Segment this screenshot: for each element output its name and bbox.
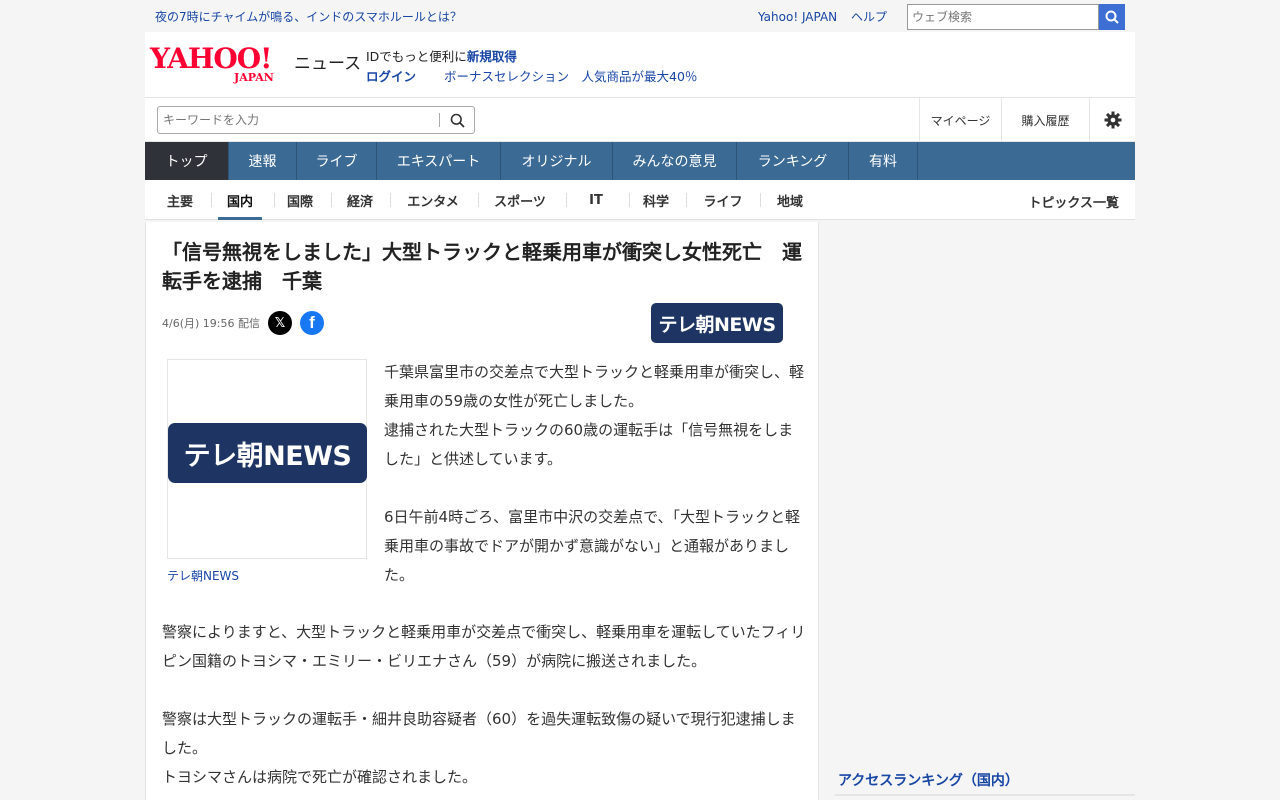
facebook-icon: f [309, 313, 315, 332]
article-body-top: 千葉県富里市の交差点で大型トラックと軽乗用車が衝突し、軽乗用車の59歳の女性が死… [384, 358, 806, 619]
nav-expert[interactable]: エキスパート [377, 142, 501, 180]
divider [478, 193, 479, 207]
paragraph: 千葉県富里市の交差点で大型トラックと軽乗用車が衝突し、軽乗用車の59歳の女性が死… [384, 363, 805, 410]
yahoo-japan-link[interactable]: Yahoo! JAPAN [758, 10, 837, 24]
provider-logo[interactable]: テレ朝NEWS [651, 303, 783, 343]
paragraph: 警察は大型トラックの運転手・細井良助容疑者（60）を過失運転致傷の疑いで現行犯逮… [162, 710, 796, 757]
logo-wordmark: YAHOO! [150, 42, 272, 75]
web-search-button[interactable] [1099, 4, 1125, 30]
paragraph: 警察によりますと、大型トラックと軽乗用車が交差点で衝突し、軽乗用車を運転していた… [162, 623, 806, 670]
article-headline: 「信号無視をしました」大型トラックと軽乗用車が衝突し女性死亡 運転手を逮捕 千葉 [162, 240, 802, 293]
settings-button[interactable] [1089, 98, 1135, 142]
web-search [907, 4, 1125, 30]
divider [760, 193, 761, 207]
paragraph: トヨシマさんは病院で死亡が確認されました。 [162, 768, 478, 786]
x-icon: 𝕏 [274, 315, 286, 331]
gear-icon [1104, 111, 1121, 129]
subnav-region[interactable]: 地域 [771, 180, 809, 220]
help-link[interactable]: ヘルプ [851, 10, 887, 24]
divider [390, 193, 391, 207]
keyword-search [157, 106, 475, 134]
nav-breaking[interactable]: 速報 [229, 142, 297, 180]
search-bar: マイページ 購入履歴 [145, 98, 1135, 142]
topics-list-link[interactable]: トピックス一覧 [1028, 192, 1119, 211]
article: 「信号無視をしました」大型トラックと軽乗用車が衝突し女性死亡 運転手を逮捕 千葉… [145, 222, 819, 800]
utility-links: マイページ 購入履歴 [919, 98, 1135, 142]
search-icon [1105, 10, 1119, 24]
promo-text: IDでもっと便利に [366, 49, 467, 64]
main-nav: トップ 速報 ライブ エキスパート オリジナル みんなの意見 ランキング 有料 [145, 142, 1135, 180]
logo-japan: JAPAN [234, 71, 274, 84]
subnav-domestic[interactable]: 国内 [218, 180, 262, 220]
subnav-international[interactable]: 国際 [281, 180, 319, 220]
subnav-it[interactable]: IT [575, 180, 617, 220]
subnav-life[interactable]: ライフ [699, 180, 747, 220]
nav-opinions[interactable]: みんなの意見 [613, 142, 737, 180]
masthead: YAHOO! JAPAN ニュース IDでもっと便利に新規取得 ログイン ボーナス… [145, 32, 1135, 98]
divider [211, 193, 212, 207]
promo: IDでもっと便利に新規取得 ログイン ボーナスセレクション 人気商品が最大40％ [366, 47, 697, 87]
mypage-link[interactable]: マイページ [919, 98, 1001, 142]
subnav-science[interactable]: 科学 [637, 180, 675, 220]
nav-ranking[interactable]: ランキング [737, 142, 849, 180]
nav-live[interactable]: ライブ [297, 142, 377, 180]
divider [331, 193, 332, 207]
ranking-title[interactable]: アクセスランキング（国内） [838, 770, 1019, 790]
purchase-history-link[interactable]: 購入履歴 [1001, 98, 1089, 142]
subnav-entertainment[interactable]: エンタメ [401, 180, 465, 220]
web-search-input[interactable] [907, 4, 1099, 30]
top-links: Yahoo! JAPAN ヘルプ [758, 8, 897, 25]
search-icon [450, 113, 465, 128]
image-caption[interactable]: テレ朝NEWS [167, 567, 239, 584]
nav-original[interactable]: オリジナル [501, 142, 613, 180]
divider [686, 193, 687, 207]
article-image[interactable]: テレ朝NEWS [167, 359, 367, 559]
image-badge: テレ朝NEWS [168, 423, 367, 483]
divider [629, 193, 630, 207]
keyword-input[interactable] [158, 108, 440, 132]
facebook-share-button[interactable]: f [300, 311, 324, 335]
signup-link[interactable]: 新規取得 [467, 49, 517, 64]
sub-nav: 主要 国内 国際 経済 エンタメ スポーツ IT 科学 ライフ 地域 トピックス… [145, 180, 1135, 220]
divider [835, 794, 1135, 796]
bonus-link[interactable]: ボーナスセレクション 人気商品が最大40％ [444, 69, 697, 84]
article-date: 4/6(月) 19:56 配信 [162, 317, 260, 330]
divider [274, 193, 275, 207]
x-share-button[interactable]: 𝕏 [268, 311, 292, 335]
paragraph: 逮捕された大型トラックの60歳の運転手は「信号無視をしました」と供述しています。 [384, 421, 794, 468]
subnav-main[interactable]: 主要 [161, 180, 199, 220]
nav-top[interactable]: トップ [145, 142, 229, 180]
top-strip: 夜の7時にチャイムが鳴る、インドのスマホルールとは？ Yahoo! JAPAN … [145, 0, 1135, 32]
nav-paid[interactable]: 有料 [849, 142, 918, 180]
logo-service-name: ニュース [294, 54, 362, 74]
subnav-sports[interactable]: スポーツ [488, 180, 552, 220]
yahoo-news-logo[interactable]: YAHOO! JAPAN ニュース [150, 42, 361, 85]
subnav-economy[interactable]: 経済 [341, 180, 379, 220]
paragraph: 6日午前4時ごろ、富里市中沢の交差点で、「大型トラックと軽乗用車の事故でドアが開… [384, 508, 800, 584]
keyword-search-button[interactable] [440, 113, 474, 128]
ticker-link[interactable]: 夜の7時にチャイムが鳴る、インドのスマホルールとは？ [155, 8, 462, 25]
article-body: 警察によりますと、大型トラックと軽乗用車が交差点で衝突し、軽乗用車を運転していた… [162, 618, 810, 792]
login-link[interactable]: ログイン [366, 69, 416, 84]
divider [566, 193, 567, 207]
